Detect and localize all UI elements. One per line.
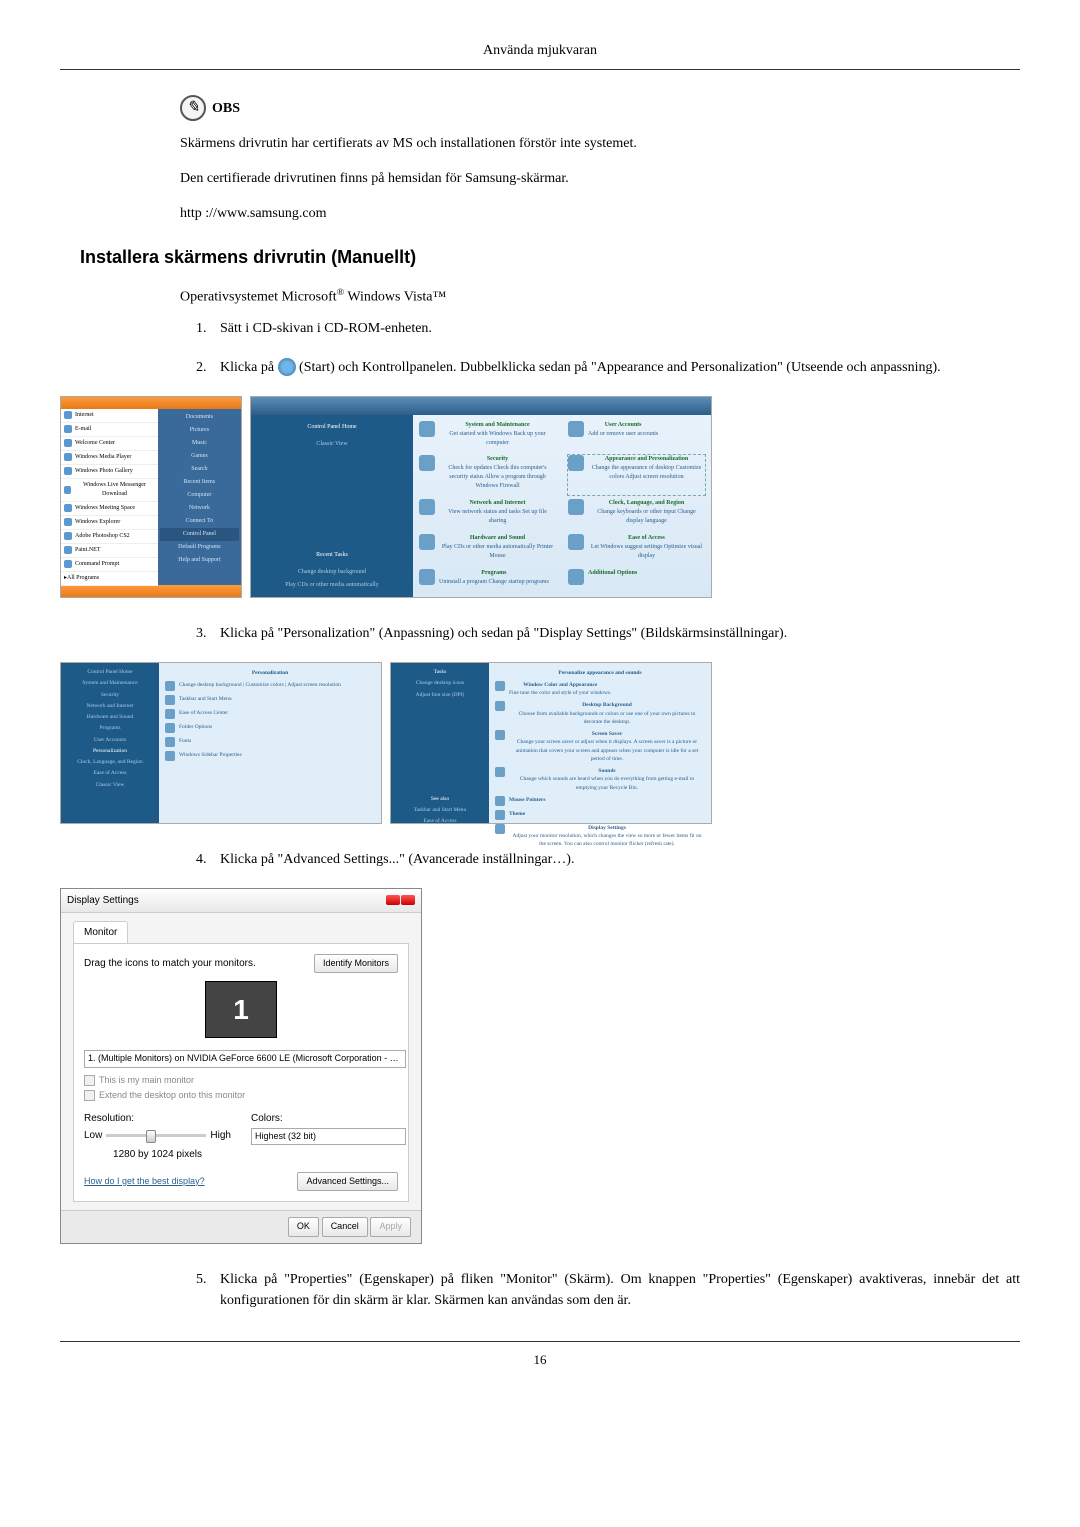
page-header-title: Använda mjukvaran	[60, 40, 1020, 70]
drag-label: Drag the icons to match your monitors.	[84, 956, 256, 971]
start-menu-right-col: Documents Pictures Music Games Search Re…	[158, 409, 241, 585]
identify-monitors-button[interactable]: Identify Monitors	[314, 954, 398, 974]
colors-select[interactable]: Highest (32 bit)	[251, 1128, 406, 1146]
figure-personalization: Control Panel Home System and Maintenanc…	[60, 662, 1020, 824]
obs-line-1: Skärmens drivrutin har certifierats av M…	[180, 133, 1020, 154]
section-heading: Installera skärmens drivrutin (Manuellt)	[80, 244, 1020, 271]
figure-start-control-panel: Internet E-mail Welcome Center Windows M…	[60, 396, 1020, 598]
main-monitor-checkbox	[84, 1075, 95, 1086]
step-1: Sätt i CD-skivan i CD-ROM-enheten.	[210, 318, 1020, 339]
page-number: 16	[60, 1341, 1020, 1370]
pencil-icon: ✎	[180, 95, 206, 121]
ok-button[interactable]: OK	[288, 1217, 319, 1237]
monitor-tab[interactable]: Monitor	[73, 921, 128, 943]
apply-button: Apply	[370, 1217, 411, 1237]
resolution-label: Resolution:	[84, 1111, 231, 1126]
resolution-value: 1280 by 1024 pixels	[84, 1147, 231, 1162]
figure-display-settings: Display Settings Monitor Drag the icons …	[60, 888, 1020, 1244]
monitor-select[interactable]: 1. (Multiple Monitors) on NVIDIA GeForce…	[84, 1050, 406, 1068]
window-controls[interactable]	[386, 895, 415, 905]
os-suffix: Windows Vista™	[344, 290, 446, 305]
step-4: Klicka på "Advanced Settings..." (Avance…	[210, 849, 1020, 870]
obs-label-text: OBS	[212, 98, 240, 119]
dialog-title: Display Settings	[67, 893, 139, 908]
control-panel-screenshot: Control Panel Home Classic View Recent T…	[250, 396, 712, 598]
step-3: Klicka på "Personalization" (Anpassning)…	[210, 623, 1020, 644]
start-orb-icon	[278, 358, 296, 376]
advanced-settings-button[interactable]: Advanced Settings...	[297, 1172, 398, 1192]
start-menu-screenshot: Internet E-mail Welcome Center Windows M…	[60, 396, 242, 598]
step-2-suffix: (Start) och Kontrollpanelen. Dubbelklick…	[299, 360, 941, 375]
resolution-slider[interactable]	[106, 1134, 206, 1137]
step-2: Klicka på (Start) och Kontrollpanelen. D…	[210, 357, 1020, 378]
cancel-button[interactable]: Cancel	[322, 1217, 368, 1237]
os-prefix: Operativsystemet Microsoft	[180, 290, 337, 305]
step-2-prefix: Klicka på	[220, 360, 278, 375]
colors-label: Colors:	[251, 1111, 398, 1126]
step-5: Klicka på "Properties" (Egenskaper) på f…	[210, 1269, 1020, 1311]
obs-line-2: Den certifierade drivrutinen finns på he…	[180, 168, 1020, 189]
appearance-panel-screenshot: Control Panel Home System and Maintenanc…	[60, 662, 382, 824]
obs-url: http ://www.samsung.com	[180, 203, 1020, 224]
help-link[interactable]: How do I get the best display?	[84, 1175, 205, 1189]
extend-desktop-checkbox	[84, 1090, 95, 1101]
os-line: Operativsystemet Microsoft® Windows Vist…	[180, 286, 1020, 308]
personalization-panel-screenshot: Tasks Change desktop icons Adjust font s…	[390, 662, 712, 824]
obs-heading: ✎ OBS	[180, 95, 1020, 121]
monitor-preview[interactable]: 1	[205, 981, 277, 1038]
start-menu-left-col: Internet E-mail Welcome Center Windows M…	[61, 409, 158, 585]
